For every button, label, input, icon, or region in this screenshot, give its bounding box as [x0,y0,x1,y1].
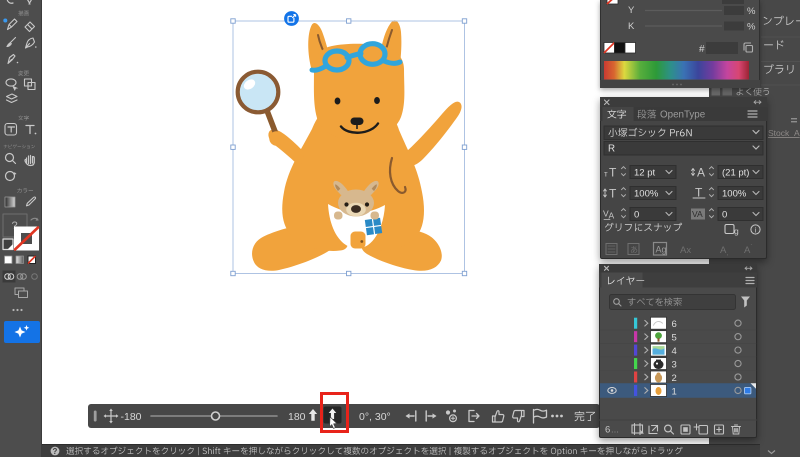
svg-text:,: , [727,250,729,257]
svg-text:100%: 100% [722,189,747,200]
svg-text:T: T [609,187,617,201]
svg-text:K: K [628,21,635,32]
svg-text:A: A [697,166,705,180]
svg-text:A: A [609,211,615,221]
svg-text:%: % [747,6,756,17]
svg-text:0: 0 [722,210,727,221]
svg-text:Y: Y [628,5,635,16]
svg-text:12 pt: 12 pt [634,168,655,179]
svg-text:5: 5 [672,332,677,343]
svg-text:4: 4 [672,346,677,357]
svg-text:T: T [609,166,617,180]
svg-text:T: T [695,186,703,200]
svg-text:OpenType: OpenType [660,110,706,121]
svg-text:VA: VA [692,209,703,219]
svg-text:2: 2 [672,373,677,384]
svg-text:%: % [747,22,756,33]
svg-text:1: 1 [672,386,677,397]
svg-text:6: 6 [672,319,677,330]
svg-text:(21 pt): (21 pt) [722,168,749,179]
svg-text:6: 6 [605,425,610,436]
svg-text:?: ? [53,447,58,456]
svg-text:Ax: Ax [680,245,691,256]
svg-text:R: R [608,144,615,155]
svg-text:100%: 100% [634,189,659,200]
svg-text:0: 0 [634,210,639,221]
svg-text:...: ... [611,425,619,436]
svg-text:0°, 30°: 0°, 30° [359,411,391,423]
svg-text:180: 180 [288,411,306,423]
svg-text:´: ´ [751,244,753,251]
svg-text:#: # [699,44,705,55]
svg-text:3: 3 [672,359,677,370]
svg-text:g: g [734,226,739,236]
svg-text:т: т [604,170,608,179]
svg-text:i: i [755,226,757,235]
svg-text:Ag: Ag [656,245,667,255]
svg-text:-180: -180 [121,411,142,423]
svg-text:Stock_A: Stock_A [768,128,800,138]
svg-text:あ: あ [630,246,638,255]
